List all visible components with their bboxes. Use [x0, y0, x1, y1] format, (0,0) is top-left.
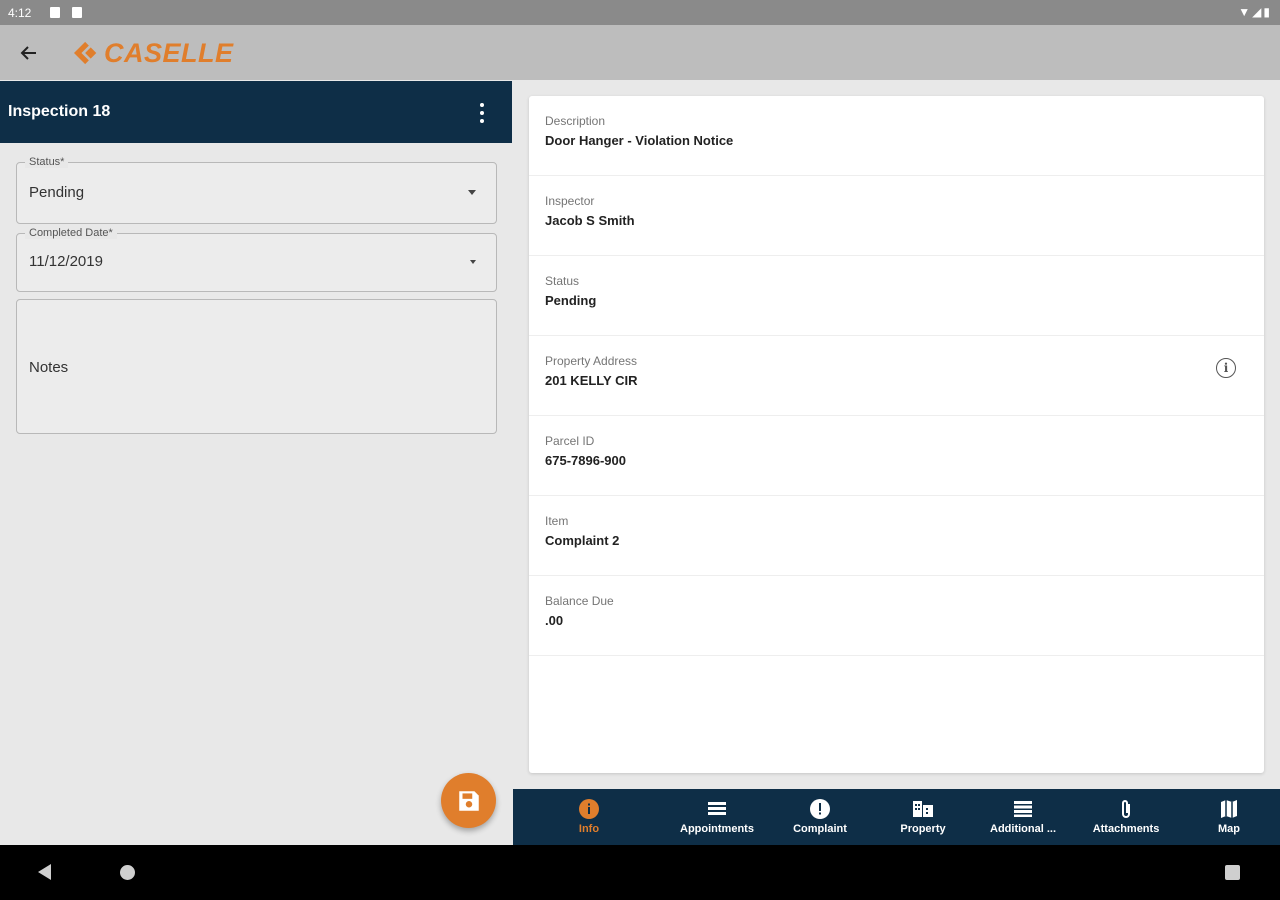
dot-icon	[480, 111, 484, 115]
completed-date-value: 11/12/2019	[29, 253, 103, 270]
detail-row-balance-due: Balance Due .00	[529, 576, 1264, 656]
nav-property[interactable]: Property	[888, 789, 958, 845]
completed-date-field[interactable]: Completed Date* 11/12/2019	[16, 227, 497, 292]
completed-date-label: Completed Date*	[25, 227, 117, 239]
map-icon	[1218, 798, 1240, 820]
nav-label: Info	[578, 823, 600, 835]
paperclip-icon	[1115, 798, 1137, 820]
alert-icon	[809, 798, 831, 820]
system-back-icon[interactable]	[38, 864, 51, 880]
inspection-header: Inspection 18	[0, 81, 512, 143]
detail-value: 675-7896-900	[545, 453, 626, 468]
status-select[interactable]: Status* Pending	[16, 156, 497, 224]
nav-label: Additional ...	[990, 823, 1056, 835]
detail-value: Door Hanger - Violation Notice	[545, 133, 734, 148]
system-recents-icon[interactable]	[1225, 865, 1240, 880]
caselle-logo-mark	[74, 41, 97, 65]
more-options-button[interactable]	[474, 103, 490, 123]
building-icon	[912, 798, 934, 820]
details-card: Description Door Hanger - Violation Noti…	[529, 96, 1264, 773]
back-button[interactable]	[14, 38, 44, 68]
nav-label: Map	[1218, 823, 1240, 835]
detail-row-property-address: Property Address 201 KELLY CIR	[529, 336, 1264, 416]
nav-info[interactable]: Info	[559, 789, 619, 845]
dot-icon	[480, 103, 484, 107]
sd-card-icon	[72, 7, 82, 18]
nav-label: Property	[900, 823, 946, 835]
detail-value: Complaint 2	[545, 533, 620, 548]
detail-row-item: Item Complaint 2	[529, 496, 1264, 576]
nav-map[interactable]: Map	[1209, 789, 1249, 845]
page-title: Inspection 18	[8, 103, 111, 120]
nav-attachments[interactable]: Attachments	[1086, 789, 1166, 845]
detail-row-status: Status Pending	[529, 256, 1264, 336]
status-bar: 4:12 ▼◢▮	[0, 0, 1280, 25]
detail-label: Item	[545, 514, 569, 528]
bottom-nav: Info Appointments Complaint Property Add…	[513, 789, 1280, 845]
detail-label: Inspector	[545, 194, 595, 208]
detail-label: Balance Due	[545, 594, 614, 608]
app-bar: CASELLE	[0, 25, 1280, 80]
save-icon	[458, 790, 479, 811]
nav-label: Attachments	[1092, 823, 1160, 835]
nav-additional[interactable]: Additional ...	[978, 789, 1068, 845]
nav-appointments[interactable]: Appointments	[677, 789, 757, 845]
detail-value: Pending	[545, 293, 597, 308]
detail-label: Property Address	[545, 354, 638, 368]
detail-label: Description	[545, 114, 606, 128]
nav-complaint[interactable]: Complaint	[785, 789, 855, 845]
chevron-down-icon	[468, 190, 476, 195]
notification-icon	[50, 7, 60, 18]
nav-label: Complaint	[793, 823, 847, 835]
logo-text: CASELLE	[104, 37, 234, 68]
dot-icon	[480, 119, 484, 123]
save-button[interactable]	[441, 773, 496, 828]
list-icon	[706, 798, 728, 820]
detail-value: 201 KELLY CIR	[545, 373, 638, 388]
status-select-label: Status*	[25, 156, 69, 168]
detail-row-inspector: Inspector Jacob S Smith	[529, 176, 1264, 256]
system-nav-bar	[0, 845, 1280, 900]
detail-row-description: Description Door Hanger - Violation Noti…	[529, 96, 1264, 176]
detail-label: Status	[545, 274, 580, 288]
detail-value: .00	[545, 613, 564, 628]
wifi-battery-icons: ▼◢▮	[1238, 5, 1272, 19]
notes-field[interactable]: Notes	[16, 299, 497, 434]
arrow-left-icon	[20, 46, 36, 60]
system-home-icon[interactable]	[120, 865, 135, 880]
status-select-value: Pending	[29, 184, 85, 201]
detail-row-parcel-id: Parcel ID 675-7896-900	[529, 416, 1264, 496]
list-icon	[1012, 798, 1034, 820]
property-info-icon[interactable]: i	[1216, 358, 1236, 378]
notes-placeholder: Notes	[29, 359, 69, 376]
caselle-logo: CASELLE	[72, 37, 234, 69]
info-icon	[578, 798, 600, 820]
chevron-down-icon	[470, 260, 476, 264]
detail-value: Jacob S Smith	[545, 213, 635, 228]
nav-label: Appointments	[680, 823, 754, 835]
status-time: 4:12	[8, 6, 32, 20]
detail-label: Parcel ID	[545, 434, 595, 448]
